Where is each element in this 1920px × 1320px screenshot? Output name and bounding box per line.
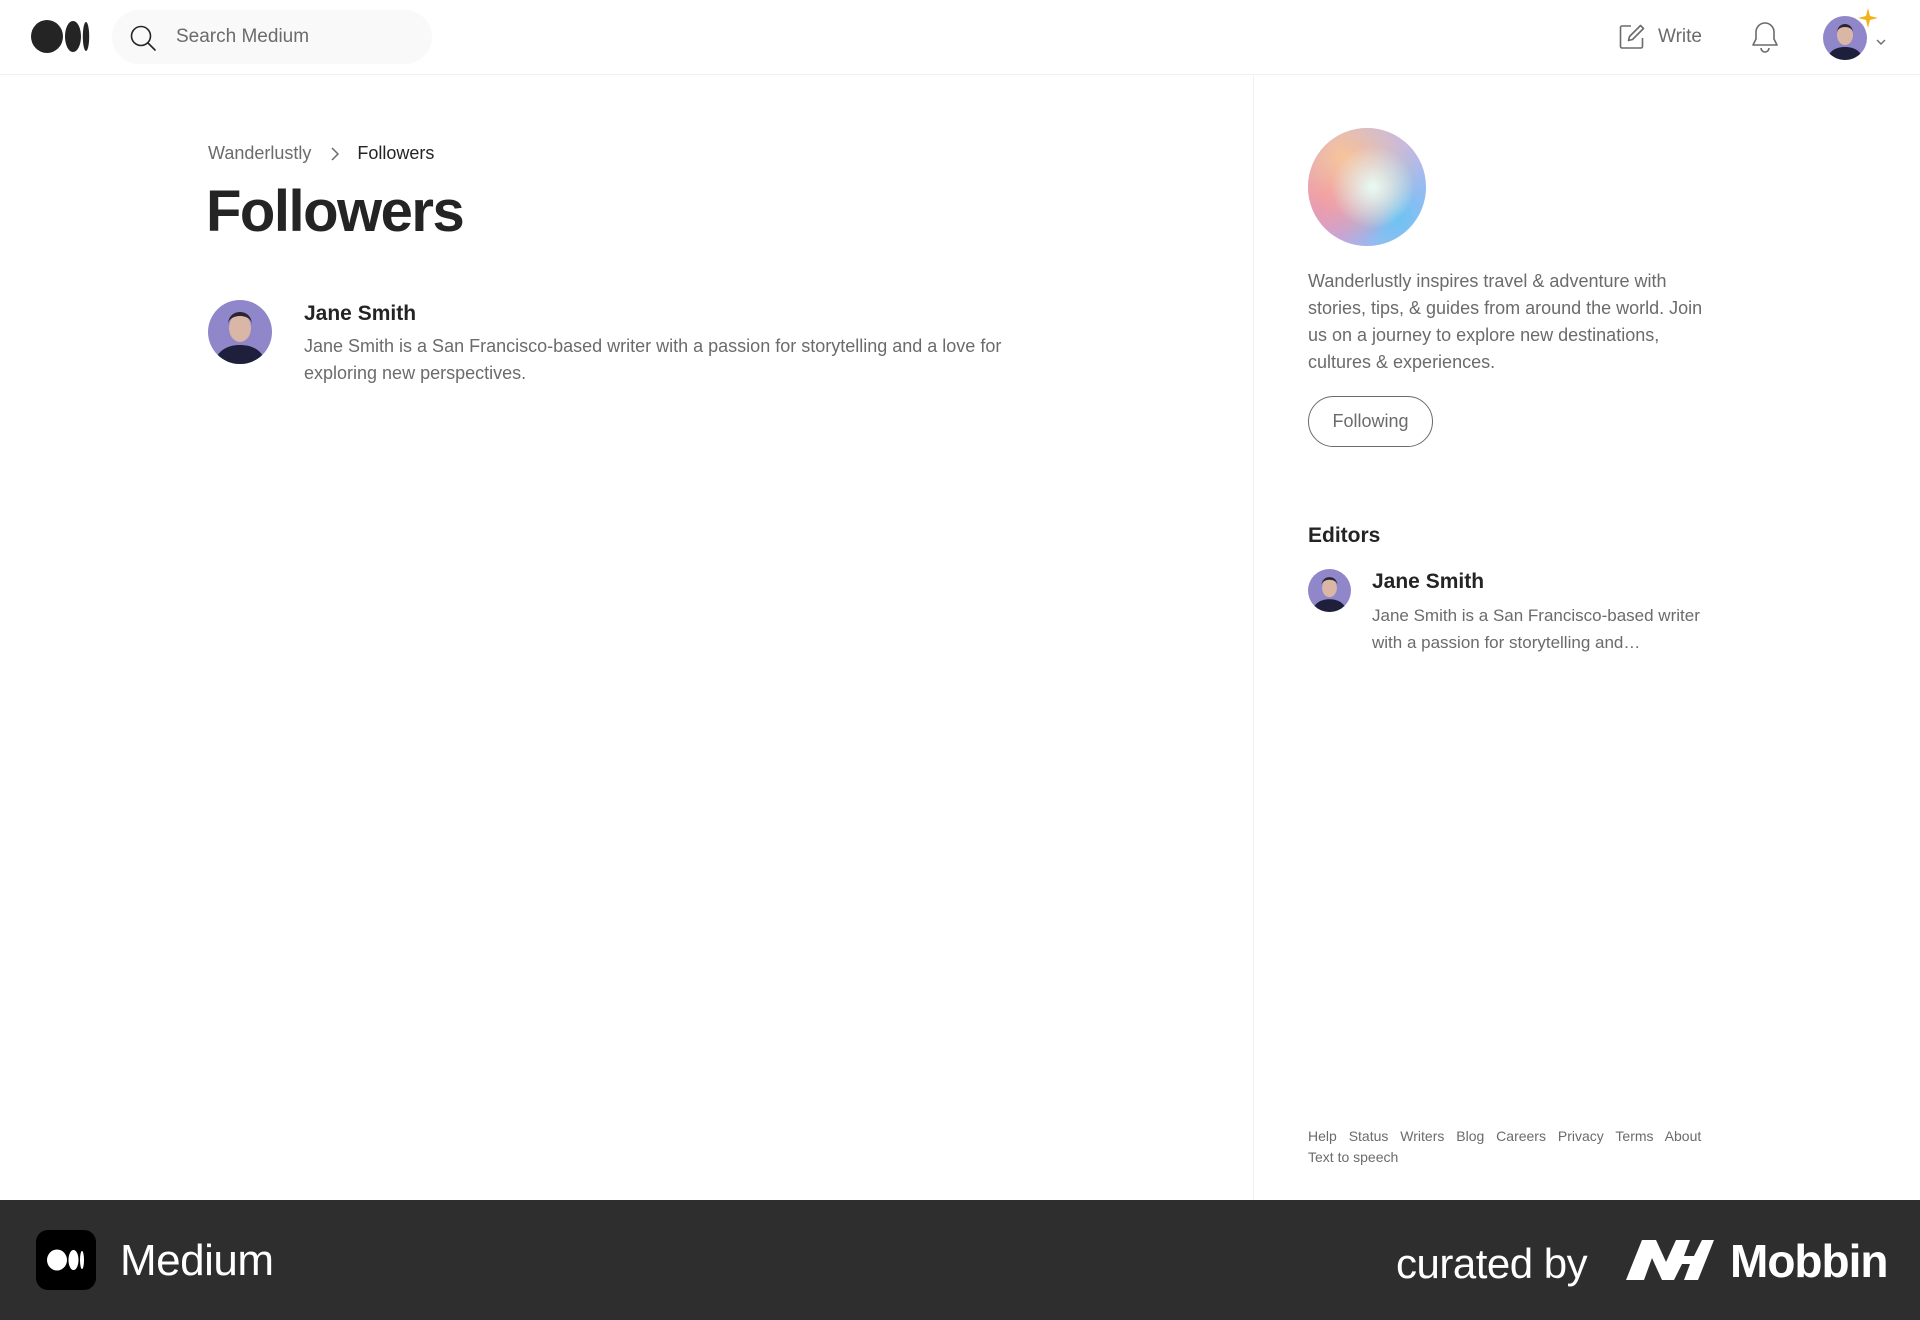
medium-logo[interactable]	[31, 18, 91, 55]
footer-links: Help Status Writers Blog Careers Privacy…	[1308, 1126, 1728, 1168]
chevron-down-icon	[1876, 39, 1886, 45]
write-icon	[1619, 24, 1645, 49]
chevron-right-icon	[331, 146, 340, 161]
breadcrumb: Wanderlustly Followers	[208, 143, 434, 164]
bell-icon[interactable]	[1750, 20, 1780, 54]
editor-name[interactable]: Jane Smith	[1372, 570, 1484, 594]
footer-link-help[interactable]: Help	[1308, 1128, 1337, 1144]
write-button[interactable]: Write	[1618, 20, 1702, 54]
follower-avatar[interactable]	[208, 300, 272, 364]
search-input[interactable]: Search Medium	[176, 26, 309, 48]
footer-link-blog[interactable]: Blog	[1456, 1128, 1484, 1144]
write-label: Write	[1658, 26, 1702, 47]
follower-name[interactable]: Jane Smith	[304, 302, 416, 326]
editor-avatar[interactable]	[1308, 569, 1351, 612]
footer-link-status[interactable]: Status	[1349, 1128, 1389, 1144]
editors-heading: Editors	[1308, 524, 1381, 547]
footer-link-about[interactable]: About	[1665, 1128, 1702, 1144]
breadcrumb-current: Followers	[357, 143, 435, 163]
page-title: Followers	[206, 179, 465, 244]
breadcrumb-publication-link[interactable]: Wanderlustly	[208, 143, 311, 164]
membership-star-icon	[1858, 8, 1878, 28]
publication-avatar[interactable]	[1308, 128, 1426, 246]
footer-link-careers[interactable]: Careers	[1496, 1128, 1546, 1144]
following-button[interactable]: Following	[1308, 396, 1433, 447]
mobbin-banner: Medium curated by Mobbin	[0, 1200, 1920, 1320]
publication-description: Wanderlustly inspires travel & adventure…	[1308, 271, 1703, 372]
footer-link-privacy[interactable]: Privacy	[1558, 1128, 1604, 1144]
footer-link-terms[interactable]: Terms	[1615, 1128, 1653, 1144]
mobbin-logo-icon	[1626, 1240, 1714, 1280]
curated-by-label: curated by	[1396, 1240, 1588, 1287]
medium-app-icon	[36, 1230, 96, 1290]
editor-bio: Jane Smith is a San Francisco-based writ…	[1372, 606, 1700, 652]
sidebar-divider	[1253, 76, 1254, 1200]
search-bar[interactable]: Search Medium	[112, 10, 432, 64]
app-name: Medium	[120, 1236, 274, 1285]
follower-bio: Jane Smith is a San Francisco-based writ…	[304, 336, 1002, 383]
mobbin-wordmark: Mobbin	[1730, 1235, 1888, 1287]
search-icon	[130, 25, 156, 51]
footer-link-text-to-speech[interactable]: Text to speech	[1308, 1149, 1398, 1165]
top-navigation: Search Medium Write	[0, 0, 1920, 75]
footer-link-writers[interactable]: Writers	[1400, 1128, 1444, 1144]
profile-menu[interactable]	[1823, 8, 1889, 64]
